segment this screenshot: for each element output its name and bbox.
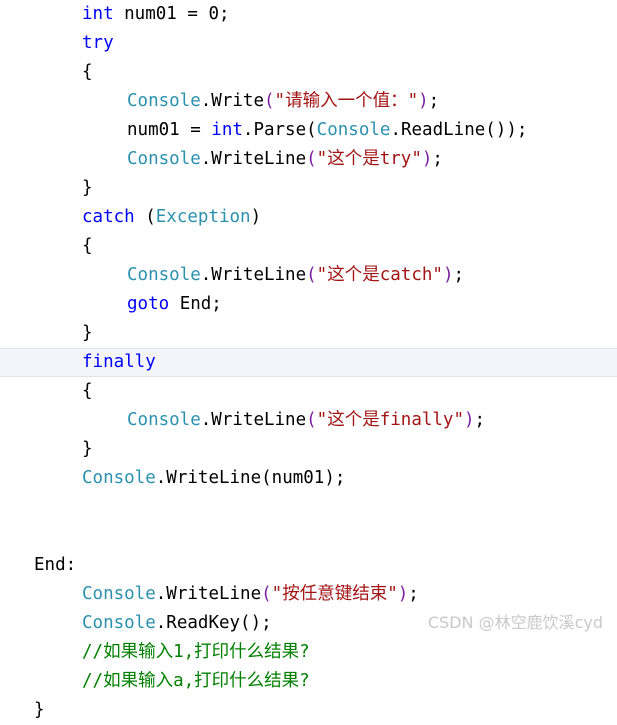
token-keyword: int bbox=[211, 120, 243, 140]
token-bracket1: ) bbox=[397, 584, 409, 604]
token-plain: num01 = bbox=[127, 120, 212, 140]
token-plain: .Write bbox=[200, 91, 264, 111]
token-plain: } bbox=[82, 323, 93, 343]
token-class: Console bbox=[127, 265, 201, 285]
token-bracket1: ) bbox=[464, 410, 475, 430]
code-line[interactable] bbox=[0, 493, 617, 522]
token-plain: End: bbox=[34, 555, 77, 575]
token-plain: { bbox=[82, 381, 93, 401]
token-plain: ( bbox=[134, 207, 156, 227]
token-bracket1: ( bbox=[263, 91, 275, 111]
token-type: Exception bbox=[155, 207, 251, 227]
code-line[interactable]: Console.WriteLine(num01); bbox=[0, 464, 617, 493]
token-keyword: goto bbox=[127, 294, 170, 314]
code-line[interactable]: num01 = int.Parse(Console.ReadLine()); bbox=[0, 116, 617, 145]
token-plain: .WriteLine bbox=[200, 149, 307, 169]
code-line[interactable]: Console.WriteLine("按任意键结束"); bbox=[0, 580, 617, 609]
token-plain: .ReadLine()); bbox=[390, 120, 528, 140]
token-class: Console bbox=[82, 468, 156, 488]
code-line[interactable] bbox=[0, 522, 617, 551]
code-line[interactable]: { bbox=[0, 58, 617, 87]
code-line[interactable]: End: bbox=[0, 551, 617, 580]
token-plain: num01 = bbox=[113, 4, 209, 24]
token-bracket1: ( bbox=[306, 410, 317, 430]
token-string: "按任意键结束" bbox=[271, 584, 398, 604]
token-plain: ; bbox=[218, 4, 230, 24]
token-plain: .Parse( bbox=[242, 120, 317, 140]
token-bracket1: ( bbox=[306, 265, 317, 285]
code-line[interactable]: } bbox=[0, 174, 617, 203]
token-bracket1: ( bbox=[306, 149, 317, 169]
code-line[interactable]: //如果输入a,打印什么结果? bbox=[0, 667, 617, 696]
token-string: "请输入一个值：" bbox=[274, 91, 419, 111]
code-line[interactable]: Console.ReadKey(); bbox=[0, 609, 617, 638]
token-plain: ; bbox=[428, 91, 440, 111]
token-string: "这个是finally" bbox=[316, 410, 464, 430]
token-class: Console bbox=[316, 120, 391, 140]
token-class: Console bbox=[127, 149, 201, 169]
token-plain: .ReadKey(); bbox=[155, 613, 272, 633]
code-line[interactable]: goto End; bbox=[0, 290, 617, 319]
token-keyword: int bbox=[82, 4, 114, 24]
code-line[interactable]: //如果输入1,打印什么结果? bbox=[0, 638, 617, 667]
token-string: "这个是catch" bbox=[316, 265, 443, 285]
token-bracket1: ) bbox=[418, 91, 429, 111]
token-plain: ; bbox=[432, 149, 443, 169]
token-plain: } bbox=[82, 439, 93, 459]
token-plain: ; bbox=[408, 584, 419, 604]
token-plain: ; bbox=[474, 410, 486, 430]
token-plain: { bbox=[82, 236, 93, 256]
token-keyword: catch bbox=[82, 207, 135, 227]
token-class: Console bbox=[127, 91, 201, 111]
code-line[interactable]: { bbox=[0, 232, 617, 261]
token-plain: } bbox=[82, 178, 93, 198]
token-class: Console bbox=[127, 410, 201, 430]
code-line[interactable]: try bbox=[0, 29, 617, 58]
code-line[interactable]: Console.WriteLine("这个是finally"); bbox=[0, 406, 617, 435]
code-line[interactable]: int num01 = 0; bbox=[0, 0, 617, 29]
token-plain: .WriteLine bbox=[200, 265, 307, 285]
token-comment: //如果输入1,打印什么结果? bbox=[82, 642, 310, 662]
code-line[interactable]: } bbox=[0, 435, 617, 464]
code-line-current[interactable]: finally bbox=[0, 348, 617, 377]
token-class: Console bbox=[82, 613, 156, 633]
token-plain: .WriteLine bbox=[155, 584, 262, 604]
code-line[interactable]: Console.Write("请输入一个值："); bbox=[0, 87, 617, 116]
token-string: "这个是try" bbox=[316, 149, 422, 169]
token-plain: .WriteLine(num01); bbox=[155, 468, 346, 488]
token-bracket1: ) bbox=[442, 265, 454, 285]
token-keyword: try bbox=[82, 33, 114, 53]
token-comment: //如果输入a,打印什么结果? bbox=[82, 671, 310, 691]
code-line[interactable]: catch (Exception) bbox=[0, 203, 617, 232]
code-line-list[interactable]: int num01 = 0; try{Console.Write("请输入一个值：… bbox=[0, 0, 617, 725]
token-plain: } bbox=[34, 700, 45, 720]
token-plain: End; bbox=[169, 294, 222, 314]
code-line[interactable]: } bbox=[0, 319, 617, 348]
token-number: 0 bbox=[208, 4, 219, 24]
token-keyword: finally bbox=[82, 352, 156, 372]
token-bracket1: ( bbox=[261, 584, 272, 604]
token-bracket1: ) bbox=[421, 149, 433, 169]
code-editor[interactable]: int num01 = 0; try{Console.Write("请输入一个值：… bbox=[0, 0, 617, 720]
token-plain: ; bbox=[453, 265, 465, 285]
token-plain: { bbox=[82, 62, 93, 82]
token-plain: .WriteLine bbox=[200, 410, 307, 430]
token-class: Console bbox=[82, 584, 156, 604]
code-line[interactable]: { bbox=[0, 377, 617, 406]
code-line[interactable]: Console.WriteLine("这个是catch"); bbox=[0, 261, 617, 290]
token-plain: ) bbox=[250, 207, 262, 227]
code-line[interactable]: } bbox=[0, 696, 617, 725]
code-line[interactable]: Console.WriteLine("这个是try"); bbox=[0, 145, 617, 174]
